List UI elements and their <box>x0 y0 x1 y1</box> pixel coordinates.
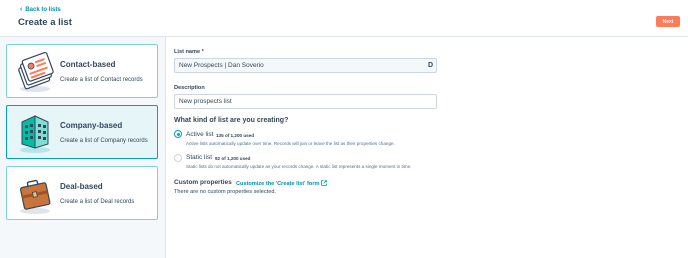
list-kind-heading: What kind of list are you creating? <box>174 117 289 124</box>
customize-form-link-label: Customize the 'Create list' form <box>236 181 320 187</box>
company-building-icon <box>15 112 55 154</box>
company-based-title: Company-based <box>60 121 123 130</box>
chevron-left-icon: ‹ <box>20 6 23 13</box>
deal-based-title: Deal-based <box>60 182 103 191</box>
deal-briefcase-icon <box>15 173 55 215</box>
list-name-label: List name * <box>174 49 204 55</box>
static-list-usage: 92 of 1,200 used <box>215 156 251 161</box>
contact-based-description: Create a list of Contact records <box>60 77 143 83</box>
next-button[interactable]: Next <box>656 16 680 27</box>
static-list-radio[interactable] <box>174 154 182 162</box>
description-input[interactable]: New prospects list <box>174 94 437 109</box>
deal-based-card[interactable]: Deal-based Create a list of Deal records <box>6 166 158 220</box>
autofill-icon[interactable]: D <box>428 62 433 69</box>
contact-cards-icon <box>15 51 55 93</box>
active-list-label[interactable]: Active list <box>186 131 213 138</box>
customize-form-link[interactable]: Customize the 'Create list' form <box>236 180 328 188</box>
deal-based-description: Create a list of Deal records <box>60 199 135 205</box>
company-based-description: Create a list of Company records <box>60 138 148 144</box>
contact-based-title: Contact-based <box>60 60 116 69</box>
static-list-label[interactable]: Static list <box>186 154 212 161</box>
no-custom-properties-text: There are no custom properties selected. <box>174 189 276 195</box>
external-link-icon <box>321 180 328 188</box>
company-based-card[interactable]: Company-based Create a list of Company r… <box>6 105 158 159</box>
list-type-sidebar: Contact-based Create a list of Contact r… <box>0 37 166 258</box>
description-value: New prospects list <box>179 98 232 105</box>
active-list-radio[interactable] <box>174 130 182 138</box>
static-list-help: Static lists do not automatically update… <box>186 164 412 169</box>
contact-based-card[interactable]: Contact-based Create a list of Contact r… <box>6 44 158 98</box>
page-title: Create a list <box>18 17 72 28</box>
back-link-label: Back to lists <box>25 6 61 13</box>
active-list-usage: 135 of 1,200 used <box>216 133 255 138</box>
top-bar: ‹ Back to lists Create a list Next <box>0 0 688 37</box>
description-label: Description <box>174 85 205 91</box>
custom-properties-heading: Custom properties <box>174 179 232 186</box>
list-name-value: New Prospects | Dan Soverio <box>179 62 264 69</box>
list-name-input[interactable]: New Prospects | Dan Soverio D <box>174 58 437 73</box>
back-to-lists-link[interactable]: ‹ Back to lists <box>20 6 61 13</box>
active-list-help: Active lists automatically update over t… <box>186 141 395 146</box>
